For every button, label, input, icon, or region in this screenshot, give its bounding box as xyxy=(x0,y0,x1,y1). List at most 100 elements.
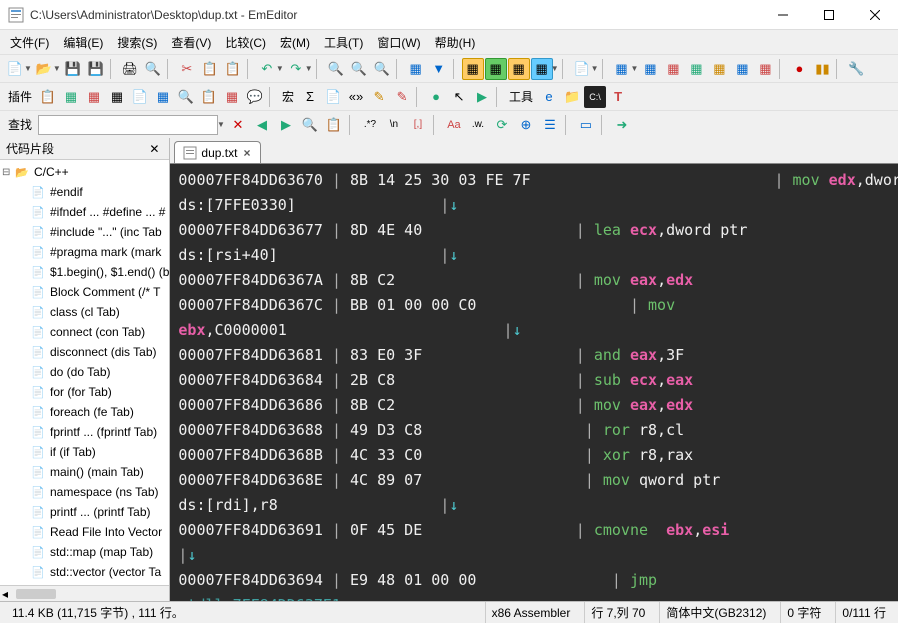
redo-icon[interactable]: ↷ xyxy=(285,58,307,80)
p2-icon[interactable]: ▦ xyxy=(60,86,82,108)
m7-icon[interactable]: ▶ xyxy=(471,86,493,108)
menu-compare[interactable]: 比较(C) xyxy=(219,32,272,53)
tree-item[interactable]: 📄for (for Tab) xyxy=(0,382,169,402)
fnum-icon[interactable]: [,] xyxy=(407,114,429,136)
p8-icon[interactable]: 📋 xyxy=(198,86,220,108)
menu-macro[interactable]: 宏(M) xyxy=(274,32,316,53)
new-icon[interactable]: 📄 xyxy=(4,58,26,80)
sigma-icon[interactable]: Σ xyxy=(299,86,321,108)
m3-icon[interactable]: ✎ xyxy=(368,86,390,108)
wrench-icon[interactable]: 🔧 xyxy=(845,58,867,80)
tree-item[interactable]: 📄namespace (ns Tab) xyxy=(0,482,169,502)
grid8-icon[interactable]: ▦ xyxy=(754,58,776,80)
m2-icon[interactable]: «» xyxy=(345,86,367,108)
tree-item[interactable]: 📄std::vector (vector Ta xyxy=(0,562,169,582)
panel3-icon[interactable]: ▦ xyxy=(508,58,530,80)
tree-item[interactable]: 📄std::map (map Tab) xyxy=(0,542,169,562)
p1-icon[interactable]: 📋 xyxy=(37,86,59,108)
close-button[interactable] xyxy=(852,0,898,30)
fcount-icon[interactable]: ⊕ xyxy=(515,114,537,136)
open-icon[interactable]: 📂 xyxy=(33,58,55,80)
tree-item[interactable]: 📄printf ... (printf Tab) xyxy=(0,502,169,522)
doc-icon[interactable]: 📄 xyxy=(571,58,593,80)
tree-item[interactable]: 📄fprintf ... (fprintf Tab) xyxy=(0,422,169,442)
tab-close-icon[interactable]: × xyxy=(241,146,252,160)
grid-icon[interactable]: ▦ xyxy=(405,58,427,80)
tree-item[interactable]: 📄#endif xyxy=(0,182,169,202)
fwhole-icon[interactable]: .w. xyxy=(467,114,489,136)
find-input[interactable] xyxy=(38,115,218,135)
m5-icon[interactable]: ● xyxy=(425,86,447,108)
grid5-icon[interactable]: ▦ xyxy=(685,58,707,80)
minimize-button[interactable] xyxy=(760,0,806,30)
maximize-button[interactable] xyxy=(806,0,852,30)
menu-view[interactable]: 查看(V) xyxy=(165,32,217,53)
fprev-icon[interactable]: ◀ xyxy=(251,114,273,136)
fcase-icon[interactable]: Aa xyxy=(443,114,465,136)
save-icon[interactable]: 💾 xyxy=(62,58,84,80)
tree-item[interactable]: 📄main() (main Tab) xyxy=(0,462,169,482)
fpaste-icon[interactable]: 📋 xyxy=(323,114,345,136)
menu-window[interactable]: 窗口(W) xyxy=(371,32,426,53)
tab-dup[interactable]: dup.txt × xyxy=(174,141,261,163)
tree-root[interactable]: ⊟ 📂 C/C++ xyxy=(0,162,169,182)
cut-icon[interactable]: ✂ xyxy=(176,58,198,80)
sidebar-hscroll[interactable]: ◂ xyxy=(0,585,169,601)
p10-icon[interactable]: 💬 xyxy=(244,86,266,108)
preview-icon[interactable]: 🔍 xyxy=(142,58,164,80)
tree-item[interactable]: 📄disconnect (dis Tab) xyxy=(0,342,169,362)
fgo-icon[interactable]: ➜ xyxy=(611,114,633,136)
ie-icon[interactable]: e xyxy=(538,86,560,108)
m1-icon[interactable]: 📄 xyxy=(322,86,344,108)
p5-icon[interactable]: 📄 xyxy=(129,86,151,108)
stop-icon[interactable]: ▮▮ xyxy=(811,58,833,80)
panel1-icon[interactable]: ▦ xyxy=(462,58,484,80)
fx-icon[interactable]: ✕ xyxy=(227,114,249,136)
snippet-tree[interactable]: ⊟ 📂 C/C++ 📄#endif📄#ifndef ... #define ..… xyxy=(0,160,169,585)
cmd-icon[interactable]: C:\ xyxy=(584,86,606,108)
tree-item[interactable]: 📄do (do Tab) xyxy=(0,362,169,382)
menu-file[interactable]: 文件(F) xyxy=(4,32,55,53)
t-icon[interactable]: T xyxy=(607,86,629,108)
panel2-icon[interactable]: ▦ xyxy=(485,58,507,80)
grid6-icon[interactable]: ▦ xyxy=(708,58,730,80)
fesc-icon[interactable]: \n xyxy=(383,114,405,136)
filter-icon[interactable]: ▼ xyxy=(428,58,450,80)
tree-item[interactable]: 📄Block Comment (/* T xyxy=(0,282,169,302)
print-icon[interactable]: 🖨 xyxy=(119,58,141,80)
grid2-icon[interactable]: ▦ xyxy=(611,58,633,80)
menu-edit[interactable]: 编辑(E) xyxy=(57,32,109,53)
m6-icon[interactable]: ↖ xyxy=(448,86,470,108)
p7-icon[interactable]: 🔍 xyxy=(175,86,197,108)
tree-item[interactable]: 📄#include "..." (inc Tab xyxy=(0,222,169,242)
undo-icon[interactable]: ↶ xyxy=(256,58,278,80)
menu-tool[interactable]: 工具(T) xyxy=(318,32,369,53)
floop-icon[interactable]: ⟳ xyxy=(491,114,513,136)
grid3-icon[interactable]: ▦ xyxy=(639,58,661,80)
m4-icon[interactable]: ✎ xyxy=(391,86,413,108)
fsel-icon[interactable]: ▭ xyxy=(575,114,597,136)
p4-icon[interactable]: ▦ xyxy=(106,86,128,108)
replace-icon[interactable]: 🔍 xyxy=(348,58,370,80)
tree-item[interactable]: 📄#pragma mark (mark xyxy=(0,242,169,262)
saveall-icon[interactable]: 💾 xyxy=(85,58,107,80)
sidebar-close-icon[interactable]: ✕ xyxy=(145,142,163,156)
menu-help[interactable]: 帮助(H) xyxy=(429,32,482,53)
code-area[interactable]: 00007FF84DD63670 | 8B 14 25 30 03 FE 7F … xyxy=(170,164,898,601)
menu-search[interactable]: 搜索(S) xyxy=(111,32,163,53)
flist-icon[interactable]: ☰ xyxy=(539,114,561,136)
rec-icon[interactable]: ● xyxy=(788,58,810,80)
tree-item[interactable]: 📄class (cl Tab) xyxy=(0,302,169,322)
grid4-icon[interactable]: ▦ xyxy=(662,58,684,80)
tree-item[interactable]: 📄connect (con Tab) xyxy=(0,322,169,342)
fregex-icon[interactable]: .*? xyxy=(359,114,381,136)
paste-icon[interactable]: 📋 xyxy=(222,58,244,80)
grid7-icon[interactable]: ▦ xyxy=(731,58,753,80)
copy-icon[interactable]: 📋 xyxy=(199,58,221,80)
tree-item[interactable]: 📄if (if Tab) xyxy=(0,442,169,462)
tree-item[interactable]: 📄$1.begin(), $1.end() (b xyxy=(0,262,169,282)
find-icon[interactable]: 🔍 xyxy=(325,58,347,80)
fnext-icon[interactable]: ▶ xyxy=(275,114,297,136)
p6-icon[interactable]: ▦ xyxy=(152,86,174,108)
tree-item[interactable]: 📄#ifndef ... #define ... # xyxy=(0,202,169,222)
